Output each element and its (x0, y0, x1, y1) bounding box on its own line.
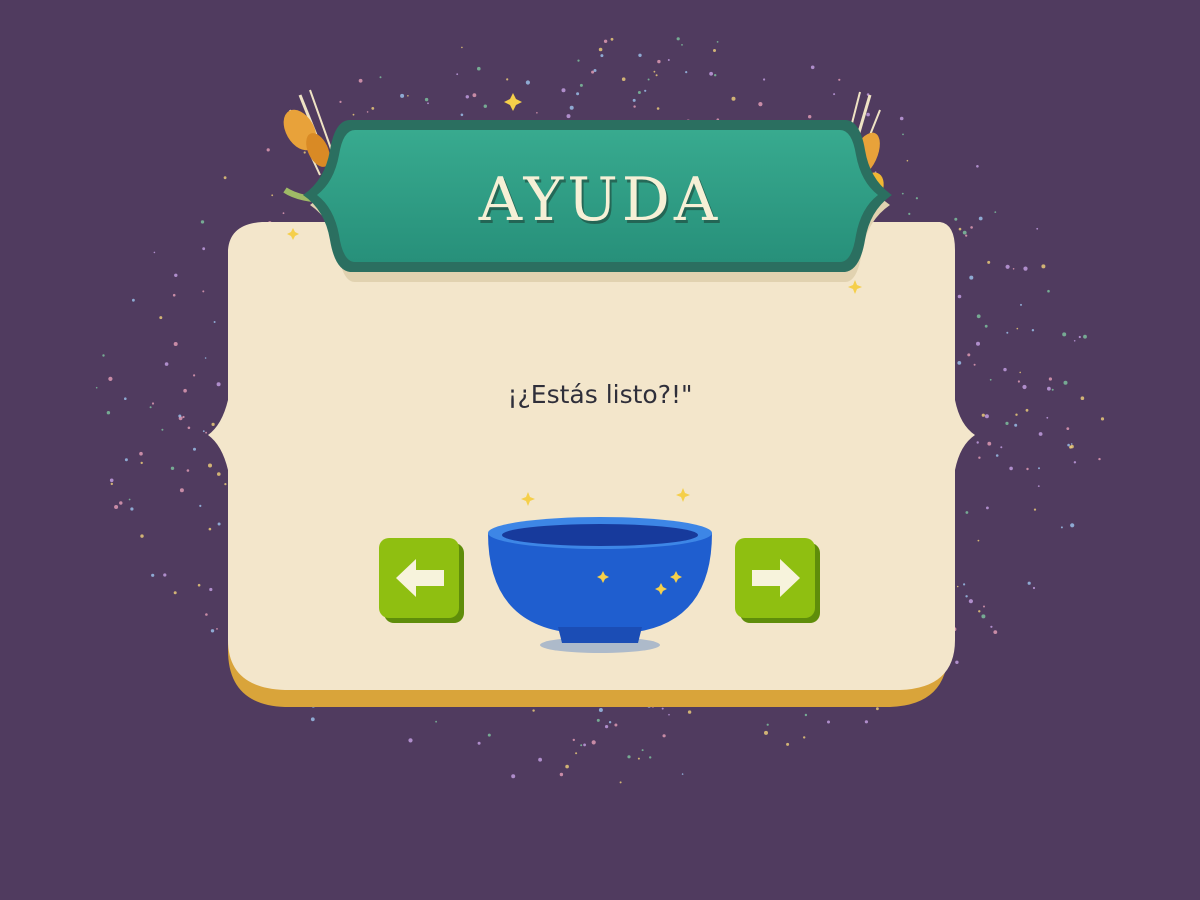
previous-button[interactable] (378, 537, 466, 625)
bowl-icon (478, 505, 722, 655)
help-screen: AYUDA ¡¿Estás listo?!" (0, 0, 1200, 900)
dialog-title: AYUDA (478, 165, 722, 235)
arrow-right-icon (735, 538, 820, 623)
next-button[interactable] (734, 537, 822, 625)
arrow-left-icon (379, 538, 464, 623)
background-art (95, 37, 1105, 784)
dialog-message: ¡¿Estás listo?!" (507, 380, 693, 409)
